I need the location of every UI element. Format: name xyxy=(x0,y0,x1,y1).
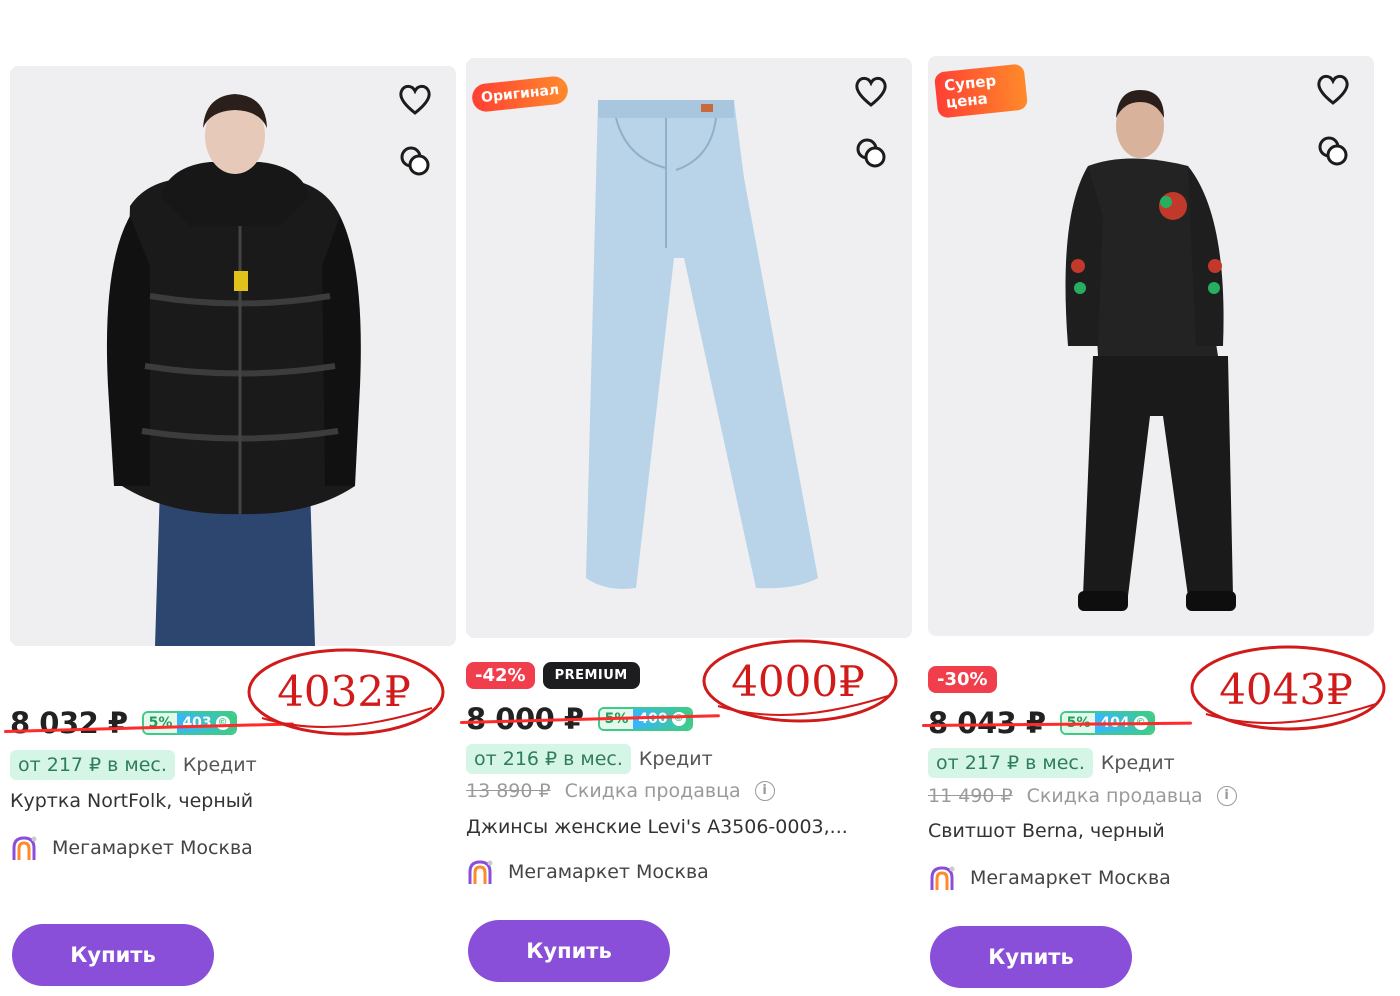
seller-name: Мегамаркет Москва xyxy=(970,867,1171,889)
handwritten-price: 4000₽ xyxy=(731,657,865,706)
sweatshirt-photo xyxy=(1065,90,1236,611)
credit-label: Кредит xyxy=(1100,752,1175,774)
premium-badge: PREMIUM xyxy=(542,662,640,689)
discount-row: -42% PREMIUM xyxy=(466,662,640,689)
product-title[interactable]: Куртка NortFolk, черный xyxy=(10,790,430,812)
credit-label: Кредит xyxy=(182,754,257,776)
product-card[interactable]: Оригинал -42% PREMIUM 8 000 ₽ 5% 400© от… xyxy=(459,0,916,996)
credit-monthly[interactable]: от 217 ₽ в мес. xyxy=(928,748,1093,778)
handwritten-price-circle: 4032₽ xyxy=(247,648,445,736)
buy-button[interactable]: Купить xyxy=(930,926,1132,988)
jeans-photo xyxy=(586,100,818,589)
old-price: 13 890 ₽ xyxy=(466,780,551,802)
product-price: 8 032 ₽ xyxy=(10,706,128,740)
info-icon[interactable]: i xyxy=(1216,786,1237,806)
compare-icon[interactable] xyxy=(852,134,890,172)
old-price-row: 11 490 ₽ Скидка продавца i xyxy=(928,785,1237,807)
discount-row: -30% xyxy=(928,666,997,693)
seller-discount-label: Скидка продавца xyxy=(1026,785,1203,807)
price-row: 8 032 ₽ 5% 403 © xyxy=(10,706,237,740)
product-image[interactable]: Оригинал xyxy=(466,58,912,638)
handwritten-price: 4043₽ xyxy=(1219,665,1353,714)
seller-name: Мегамаркет Москва xyxy=(52,837,253,859)
seller-name: Мегамаркет Москва xyxy=(508,861,709,883)
credit-row[interactable]: от 217 ₽ в мес. Кредит xyxy=(10,750,257,780)
credit-monthly[interactable]: от 217 ₽ в мес. xyxy=(10,750,175,780)
product-title[interactable]: Джинсы женские Levi's A3506-0003,... xyxy=(466,816,886,838)
super-price-badge: Супер цена xyxy=(933,63,1029,119)
seller[interactable]: Мегамаркет Москва xyxy=(466,858,709,886)
seller[interactable]: Мегамаркет Москва xyxy=(10,834,253,862)
heart-icon[interactable] xyxy=(852,72,890,110)
bonus-coin-icon: © xyxy=(215,716,230,730)
heart-icon[interactable] xyxy=(1314,70,1352,108)
heart-icon[interactable] xyxy=(396,80,434,118)
buy-button[interactable]: Купить xyxy=(468,920,670,982)
product-image[interactable]: Супер цена xyxy=(928,56,1374,636)
compare-icon[interactable] xyxy=(396,142,434,180)
handwritten-price-circle: 4000₽ xyxy=(702,639,898,723)
bonus-badge: 5% 403 © xyxy=(141,711,237,735)
megamarket-logo-icon xyxy=(468,860,493,884)
credit-label: Кредит xyxy=(638,748,713,770)
credit-monthly[interactable]: от 216 ₽ в мес. xyxy=(466,744,631,774)
megamarket-logo-icon xyxy=(12,836,37,860)
seller-discount-label: Скидка продавца xyxy=(564,780,741,802)
product-title[interactable]: Свитшот Berna, черный xyxy=(928,820,1348,842)
compare-icon[interactable] xyxy=(1314,132,1352,170)
discount-badge: -42% xyxy=(466,662,535,689)
jacket-photo xyxy=(106,94,361,646)
megamarket-logo-icon xyxy=(930,866,955,890)
old-price: 11 490 ₽ xyxy=(928,785,1013,807)
product-card[interactable]: 8 032 ₽ 5% 403 © от 217 ₽ в мес. Кредит К… xyxy=(3,0,460,996)
seller[interactable]: Мегамаркет Москва xyxy=(928,864,1171,892)
credit-row[interactable]: от 216 ₽ в мес. Кредит xyxy=(466,744,713,774)
handwritten-price: 4032₽ xyxy=(277,667,411,716)
buy-button[interactable]: Купить xyxy=(12,924,214,986)
product-card[interactable]: Супер цена -30% 8 043 ₽ 5% 404© от 217 ₽… xyxy=(921,0,1386,996)
old-price-row: 13 890 ₽ Скидка продавца i xyxy=(466,780,775,802)
credit-row[interactable]: от 217 ₽ в мес. Кредит xyxy=(928,748,1175,778)
discount-badge: -30% xyxy=(928,666,997,693)
product-image[interactable] xyxy=(10,66,456,646)
info-icon[interactable]: i xyxy=(754,781,775,801)
bonus-coin-icon: © xyxy=(671,712,686,726)
handwritten-price-circle: 4043₽ xyxy=(1190,645,1386,731)
